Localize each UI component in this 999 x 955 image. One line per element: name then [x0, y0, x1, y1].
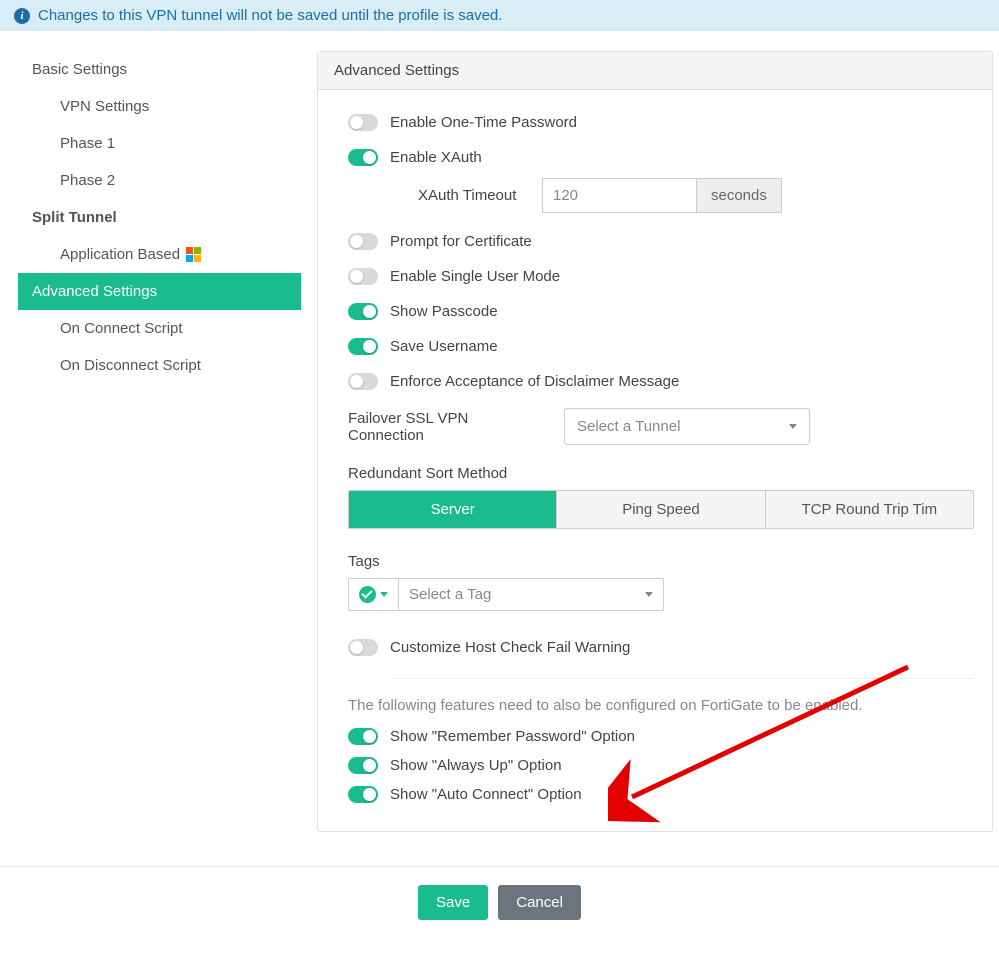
check-circle-icon [359, 586, 376, 603]
select-failover-tunnel[interactable]: Select a Tunnel [564, 408, 810, 445]
row-alwaysup: Show "Always Up" Option [348, 757, 974, 774]
chevron-down-icon [789, 424, 797, 429]
toggle-remember[interactable] [348, 728, 378, 745]
divider [392, 678, 974, 679]
row-otp: Enable One-Time Password [348, 114, 974, 131]
info-banner: i Changes to this VPN tunnel will not be… [0, 0, 999, 31]
chevron-down-icon [645, 592, 653, 597]
windows-icon [186, 247, 201, 262]
label-show-passcode: Show Passcode [390, 303, 498, 320]
save-button[interactable]: Save [418, 885, 488, 920]
opt-ping[interactable]: Ping Speed [557, 491, 765, 528]
label-redundant: Redundant Sort Method [348, 465, 974, 482]
toggle-xauth[interactable] [348, 149, 378, 166]
segmented-redundant: Server Ping Speed TCP Round Trip Tim [348, 490, 974, 529]
panel-title: Advanced Settings [318, 52, 992, 90]
label-failover: Failover SSL VPN Connection [348, 410, 548, 444]
toggle-disclaimer[interactable] [348, 373, 378, 390]
row-single-user: Enable Single User Mode [348, 268, 974, 285]
sidebar-group-split[interactable]: Split Tunnel [18, 199, 301, 236]
row-hostcheck: Customize Host Check Fail Warning [348, 639, 974, 656]
toggle-otp[interactable] [348, 114, 378, 131]
info-icon: i [14, 8, 30, 24]
sidebar-item-on-connect[interactable]: On Connect Script [18, 310, 301, 347]
toggle-single-user[interactable] [348, 268, 378, 285]
select-tag[interactable]: Select a Tag [399, 579, 663, 610]
row-disclaimer: Enforce Acceptance of Disclaimer Message [348, 373, 974, 390]
label-prompt-cert: Prompt for Certificate [390, 233, 532, 250]
row-prompt-cert: Prompt for Certificate [348, 233, 974, 250]
opt-server[interactable]: Server [349, 491, 557, 528]
sidebar-item-advanced[interactable]: Advanced Settings [18, 273, 301, 310]
label-disclaimer: Enforce Acceptance of Disclaimer Message [390, 373, 679, 390]
select-placeholder: Select a Tunnel [577, 418, 680, 435]
label-alwaysup: Show "Always Up" Option [390, 757, 562, 774]
row-remember: Show "Remember Password" Option [348, 728, 974, 745]
settings-panel: Advanced Settings Enable One-Time Passwo… [317, 51, 993, 832]
cancel-button[interactable]: Cancel [498, 885, 581, 920]
label-remember: Show "Remember Password" Option [390, 728, 635, 745]
row-xauth-timeout: XAuth Timeout seconds [418, 178, 974, 213]
label-tags: Tags [348, 553, 974, 570]
label-otp: Enable One-Time Password [390, 114, 577, 131]
row-failover: Failover SSL VPN Connection Select a Tun… [348, 408, 974, 445]
label-single-user: Enable Single User Mode [390, 268, 560, 285]
sidebar-group-basic[interactable]: Basic Settings [18, 51, 301, 88]
toggle-show-passcode[interactable] [348, 303, 378, 320]
tag-filter-button[interactable] [349, 579, 399, 610]
label-autoconnect: Show "Auto Connect" Option [390, 786, 582, 803]
footer: Save Cancel [0, 866, 999, 944]
sidebar-item-app-based[interactable]: Application Based [18, 236, 301, 273]
unit-seconds: seconds [697, 178, 782, 213]
toggle-alwaysup[interactable] [348, 757, 378, 774]
row-save-username: Save Username [348, 338, 974, 355]
label-save-username: Save Username [390, 338, 498, 355]
sidebar-item-on-disconnect[interactable]: On Disconnect Script [18, 347, 301, 384]
sidebar-item-label: Application Based [60, 246, 180, 263]
sidebar-item-phase1[interactable]: Phase 1 [18, 125, 301, 162]
label-xauth-timeout: XAuth Timeout [418, 187, 528, 204]
row-xauth: Enable XAuth [348, 149, 974, 166]
toggle-autoconnect[interactable] [348, 786, 378, 803]
toggle-prompt-cert[interactable] [348, 233, 378, 250]
sidebar-item-phase2[interactable]: Phase 2 [18, 162, 301, 199]
chevron-down-icon [380, 592, 388, 597]
fortigate-hint: The following features need to also be c… [348, 697, 974, 714]
select-placeholder: Select a Tag [409, 586, 491, 603]
banner-text: Changes to this VPN tunnel will not be s… [38, 7, 502, 24]
row-show-passcode: Show Passcode [348, 303, 974, 320]
label-xauth: Enable XAuth [390, 149, 482, 166]
toggle-hostcheck[interactable] [348, 639, 378, 656]
tags-control: Select a Tag [348, 578, 664, 611]
sidebar: Basic Settings VPN Settings Phase 1 Phas… [18, 51, 301, 832]
label-hostcheck: Customize Host Check Fail Warning [390, 639, 630, 656]
toggle-save-username[interactable] [348, 338, 378, 355]
opt-tcp[interactable]: TCP Round Trip Tim [766, 491, 973, 528]
main-layout: Basic Settings VPN Settings Phase 1 Phas… [0, 31, 999, 842]
row-autoconnect: Show "Auto Connect" Option [348, 786, 974, 803]
input-xauth-timeout[interactable] [542, 178, 697, 213]
sidebar-item-vpn-settings[interactable]: VPN Settings [18, 88, 301, 125]
